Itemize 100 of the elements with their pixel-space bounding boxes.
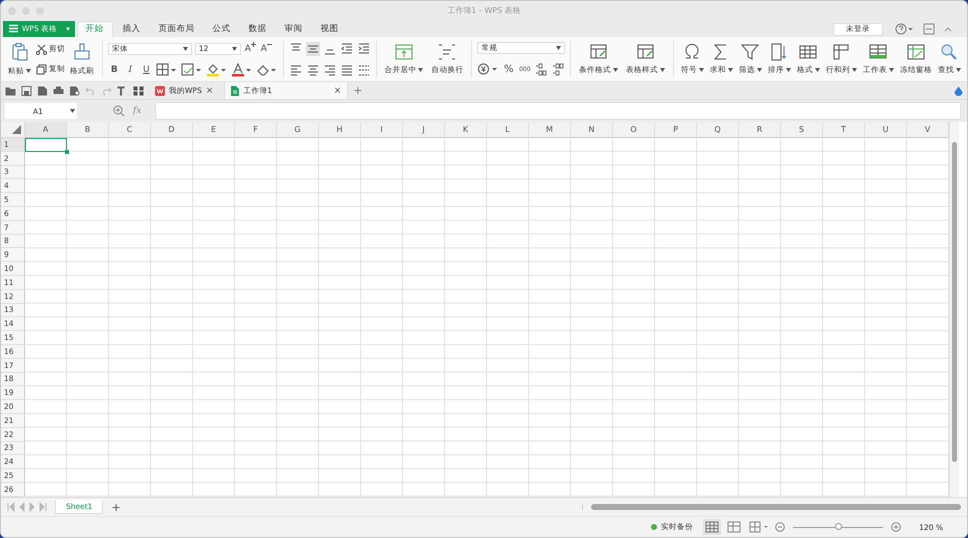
column-header[interactable]: J (403, 122, 445, 138)
funnel-icon (740, 43, 760, 62)
wrap-text-icon (437, 43, 458, 62)
caret-icon (26, 69, 31, 74)
column-header[interactable]: L (487, 122, 529, 138)
font-style-button[interactable]: I (124, 63, 137, 76)
column-header[interactable]: I (361, 122, 403, 138)
sort-icon (769, 43, 790, 62)
column-header[interactable]: N (571, 122, 613, 138)
scissors-icon (36, 44, 47, 55)
decrease-indent-icon[interactable] (340, 42, 354, 56)
align-left-icon[interactable] (288, 62, 303, 77)
align-middle-icon[interactable] (306, 42, 320, 56)
zoom-icon[interactable] (113, 105, 125, 117)
plus-icon (250, 42, 256, 47)
logo-icon (8, 24, 19, 34)
increase-indent-icon[interactable] (356, 42, 371, 56)
menu-tab[interactable]: 页面布局 (150, 20, 203, 38)
caret-icon (888, 68, 894, 72)
align-center-icon[interactable] (306, 62, 320, 77)
increase-font-button[interactable]: A (244, 42, 257, 55)
save-icon[interactable] (21, 86, 32, 96)
increase-decimal-icon[interactable] (534, 62, 548, 76)
decrease-decimal-icon[interactable] (551, 62, 566, 76)
menu-tab[interactable]: 公式 (204, 20, 239, 38)
border-icon[interactable] (156, 62, 178, 77)
column-header[interactable]: P (655, 122, 697, 138)
eraser-icon[interactable] (256, 62, 278, 77)
close-tab-button[interactable]: × (206, 86, 214, 96)
folder-icon[interactable] (5, 86, 16, 96)
font-color-icon[interactable] (230, 62, 253, 77)
caret-icon (786, 68, 791, 72)
column-header[interactable]: B (67, 122, 109, 138)
column-header[interactable]: D (151, 122, 193, 138)
search-icon (939, 43, 960, 62)
caret-icon (556, 46, 562, 50)
menu-tab[interactable]: 审阅 (276, 20, 311, 38)
column-header[interactable]: F (235, 122, 277, 138)
new-tab-button[interactable]: + (353, 84, 362, 98)
column-header[interactable]: H (319, 122, 361, 138)
menu-tab[interactable]: 插入 (114, 20, 149, 38)
column-header[interactable]: K (445, 122, 487, 138)
feedback-icon[interactable] (923, 22, 935, 35)
caret-icon (660, 68, 666, 72)
column-header[interactable]: G (277, 122, 319, 138)
column-header[interactable]: Q (697, 122, 739, 138)
font-style-button[interactable]: B (108, 63, 121, 76)
print-preview-icon[interactable] (69, 86, 80, 96)
active-cell[interactable] (25, 138, 67, 152)
page-break-view-icon[interactable] (725, 519, 744, 536)
drop-icon[interactable] (954, 86, 963, 96)
column-header[interactable]: S (781, 122, 823, 138)
copy-icon (36, 64, 47, 75)
column-header[interactable]: U (865, 122, 907, 138)
currency-icon[interactable] (477, 62, 500, 76)
decrease-font-button[interactable]: A (260, 42, 273, 55)
column-header[interactable]: M (529, 122, 571, 138)
cell-grid[interactable] (25, 138, 949, 497)
vertical-scrollbar[interactable] (949, 122, 959, 497)
caret-icon (956, 68, 961, 72)
column-header[interactable]: E (193, 122, 235, 138)
caret-icon (756, 68, 762, 72)
cell-style-icon[interactable] (180, 62, 203, 77)
grid-menu-icon[interactable] (133, 86, 144, 96)
worksheet-icon (868, 43, 888, 62)
column-header[interactable]: R (739, 122, 781, 138)
align-right-icon[interactable] (322, 62, 337, 77)
freeze-panes-icon (906, 43, 926, 62)
percent-button[interactable]: % (502, 62, 516, 76)
window-title: 工作簿1 - WPS 表格 (447, 5, 521, 16)
column-header[interactable]: C (109, 122, 151, 138)
column-header[interactable]: T (823, 122, 865, 138)
zoom-in-icon[interactable] (891, 522, 902, 532)
caret-icon (698, 68, 704, 72)
help-icon[interactable] (895, 22, 915, 35)
close-tab-button[interactable]: × (334, 86, 342, 96)
fill-color-icon[interactable] (206, 62, 228, 77)
horizontal-scrollbar[interactable] (582, 504, 961, 510)
row-column-icon (831, 43, 852, 62)
column-header[interactable]: A (25, 122, 67, 138)
normal-view-icon[interactable] (703, 519, 722, 536)
zoom-out-icon[interactable] (775, 522, 786, 532)
zoom-slider-thumb[interactable] (834, 523, 842, 530)
formula-input[interactable] (155, 102, 961, 120)
font-style-button[interactable]: U (140, 63, 153, 76)
column-header[interactable]: V (907, 122, 949, 138)
merge-cells-icon (394, 43, 414, 62)
menu-tab[interactable]: 数据 (240, 20, 275, 38)
column-header[interactable]: O (613, 122, 655, 138)
backup-status-dot (651, 524, 658, 530)
distributed-align-icon[interactable] (356, 62, 371, 77)
justify-icon[interactable] (340, 62, 354, 77)
print-icon[interactable] (53, 86, 64, 96)
caret-icon (70, 109, 75, 113)
table-style-icon (588, 43, 609, 62)
add-sheet-button[interactable]: + (111, 500, 121, 514)
select-all-corner[interactable] (1, 122, 25, 138)
document-icon[interactable] (37, 86, 48, 96)
fill-handle[interactable] (65, 150, 69, 154)
menu-tab[interactable]: 视图 (312, 20, 347, 38)
